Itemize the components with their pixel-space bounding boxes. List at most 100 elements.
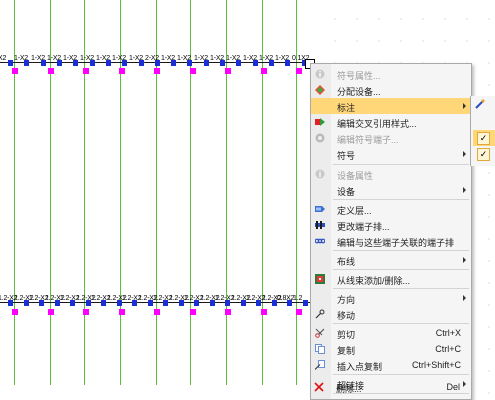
check-icon: ✓ bbox=[477, 132, 490, 145]
menu-item-label: 布线 bbox=[337, 257, 356, 267]
delete-icon bbox=[314, 382, 324, 392]
edit-pen-icon bbox=[474, 98, 486, 110]
connection-point[interactable] bbox=[189, 68, 196, 74]
menu-separator bbox=[333, 288, 469, 289]
move-icon bbox=[315, 309, 325, 319]
submenu-arrow-icon bbox=[463, 103, 466, 109]
menu-item-label: 定义层... bbox=[337, 206, 372, 216]
menu-item-label: 插入点复制 bbox=[337, 362, 383, 372]
terminal-marker[interactable] bbox=[155, 60, 160, 66]
submenu-item-1[interactable]: ✓ bbox=[473, 130, 495, 146]
submenu-item-2[interactable]: ✓ bbox=[473, 146, 495, 162]
menu-item-label: 编辑交叉引用样式... bbox=[337, 119, 417, 129]
menu-item-copy[interactable]: 复制 Ctrl+C bbox=[311, 341, 471, 357]
terminal-marker[interactable] bbox=[256, 300, 261, 306]
menu-item-label: 分配设备... bbox=[337, 87, 381, 97]
connection-point[interactable] bbox=[83, 309, 89, 315]
terminal-marker[interactable] bbox=[285, 60, 290, 66]
menu-separator bbox=[333, 199, 469, 200]
connection-point[interactable] bbox=[118, 309, 125, 315]
connection-point[interactable] bbox=[225, 309, 231, 315]
connection-point[interactable] bbox=[12, 309, 18, 315]
connection-point[interactable] bbox=[225, 68, 231, 74]
connection-point[interactable] bbox=[296, 309, 302, 315]
menu-item-harness-add-remove[interactable]: 从线束添加/删除... bbox=[311, 271, 471, 287]
terminal-marker[interactable] bbox=[163, 300, 168, 306]
menu-separator bbox=[333, 250, 469, 251]
menu-item-label: 从线束添加/删除... bbox=[337, 276, 411, 286]
terminal-marker[interactable] bbox=[90, 60, 95, 66]
menu-item-label: 复制 bbox=[337, 346, 356, 356]
connection-point[interactable] bbox=[154, 309, 160, 315]
terminal-marker[interactable] bbox=[204, 60, 209, 66]
menu-item-label: 符号 bbox=[337, 151, 356, 161]
terminal-marker[interactable] bbox=[225, 300, 230, 306]
terminal-link-icon bbox=[315, 238, 325, 244]
menu-item-edit-symbol-terminals[interactable]: 编辑符号端子... bbox=[311, 130, 471, 146]
terminal-marker[interactable] bbox=[122, 60, 127, 66]
terminal-marker[interactable] bbox=[132, 300, 137, 306]
menu-item-assign-device[interactable]: 分配设备... bbox=[311, 82, 471, 98]
terminal-marker[interactable] bbox=[24, 60, 29, 66]
connection-point[interactable] bbox=[118, 68, 125, 74]
menu-item-label: 标注 bbox=[337, 103, 356, 113]
terminal-marker[interactable] bbox=[287, 300, 292, 306]
submenu-arrow-icon bbox=[463, 295, 466, 301]
terminal-marker[interactable] bbox=[73, 60, 78, 66]
connection-point[interactable] bbox=[12, 68, 18, 74]
connection-point[interactable] bbox=[154, 68, 160, 74]
connection-point[interactable] bbox=[83, 68, 89, 74]
terminal-marker[interactable] bbox=[236, 60, 241, 66]
terminal-marker[interactable] bbox=[101, 300, 106, 306]
terminal-marker[interactable] bbox=[187, 60, 192, 66]
menu-item-label: 删除... bbox=[336, 384, 362, 394]
terminal-strip-icon bbox=[315, 221, 325, 229]
menu-item-copy-with-base-point[interactable]: 插入点复制 Ctrl+Shift+C bbox=[311, 357, 471, 373]
terminal-marker[interactable] bbox=[194, 300, 199, 306]
terminal-marker[interactable] bbox=[106, 60, 111, 66]
terminal-marker[interactable] bbox=[269, 60, 274, 66]
menu-item-label: 设备 bbox=[337, 187, 356, 197]
terminal-marker[interactable] bbox=[253, 60, 258, 66]
menu-shortcut: Ctrl+X bbox=[435, 328, 461, 338]
menu-item-delete-row[interactable]: 删除... Del bbox=[310, 379, 470, 395]
terminal-marker[interactable] bbox=[41, 60, 46, 66]
menu-item-annotation[interactable]: 标注 bbox=[311, 98, 471, 114]
terminal-marker[interactable] bbox=[39, 300, 44, 306]
menu-item-define-layer[interactable]: 定义层... bbox=[311, 201, 471, 217]
menu-item-direction[interactable]: 方向 bbox=[311, 290, 471, 306]
connection-point[interactable] bbox=[260, 309, 267, 315]
terminal-marker[interactable] bbox=[8, 60, 13, 66]
menu-item-cut[interactable]: 剪切 Ctrl+X bbox=[311, 325, 471, 341]
menu-item-wiring[interactable]: 布线 bbox=[311, 252, 471, 268]
menu-item-change-terminal-strip[interactable]: 更改端子排... bbox=[311, 217, 471, 233]
menu-item-symbol[interactable]: 符号 bbox=[311, 146, 471, 162]
menu-shortcut: Ctrl+Shift+C bbox=[411, 360, 461, 370]
terminal-marker[interactable] bbox=[139, 60, 144, 66]
menu-item-label: 设备属性 bbox=[337, 171, 374, 181]
cross-ref-icon bbox=[315, 118, 325, 126]
check-icon: ✓ bbox=[477, 148, 490, 161]
menu-item-device[interactable]: 设备 bbox=[311, 182, 471, 198]
menu-item-label: 符号属性... bbox=[337, 71, 381, 81]
menu-item-edit-crossref-style[interactable]: 编辑交叉引用样式... bbox=[311, 114, 471, 130]
terminal-marker[interactable] bbox=[220, 60, 225, 66]
terminal-label: 1.2 bbox=[293, 295, 303, 302]
terminal-marker[interactable] bbox=[57, 60, 62, 66]
menu-item-device-properties[interactable]: 设备属性 bbox=[311, 166, 471, 182]
terminal-marker[interactable] bbox=[171, 60, 176, 66]
connection-point[interactable] bbox=[189, 309, 196, 315]
terminal-marker[interactable] bbox=[303, 300, 308, 306]
connection-point[interactable] bbox=[47, 309, 54, 315]
submenu-arrow-icon bbox=[463, 151, 466, 157]
diamond-icon bbox=[315, 85, 325, 95]
menu-item-move[interactable]: 移动 bbox=[311, 306, 471, 322]
connection-point[interactable] bbox=[260, 68, 267, 74]
menu-item-symbol-properties[interactable]: 符号属性... bbox=[311, 66, 471, 82]
menu-item-edit-associated-strip[interactable]: 编辑与这些端子关联的端子排 bbox=[311, 233, 471, 249]
terminal-marker[interactable] bbox=[70, 300, 75, 306]
connection-point[interactable] bbox=[296, 68, 302, 74]
harness-icon bbox=[315, 274, 325, 284]
terminal-marker[interactable] bbox=[8, 300, 13, 306]
connection-point[interactable] bbox=[47, 68, 54, 74]
